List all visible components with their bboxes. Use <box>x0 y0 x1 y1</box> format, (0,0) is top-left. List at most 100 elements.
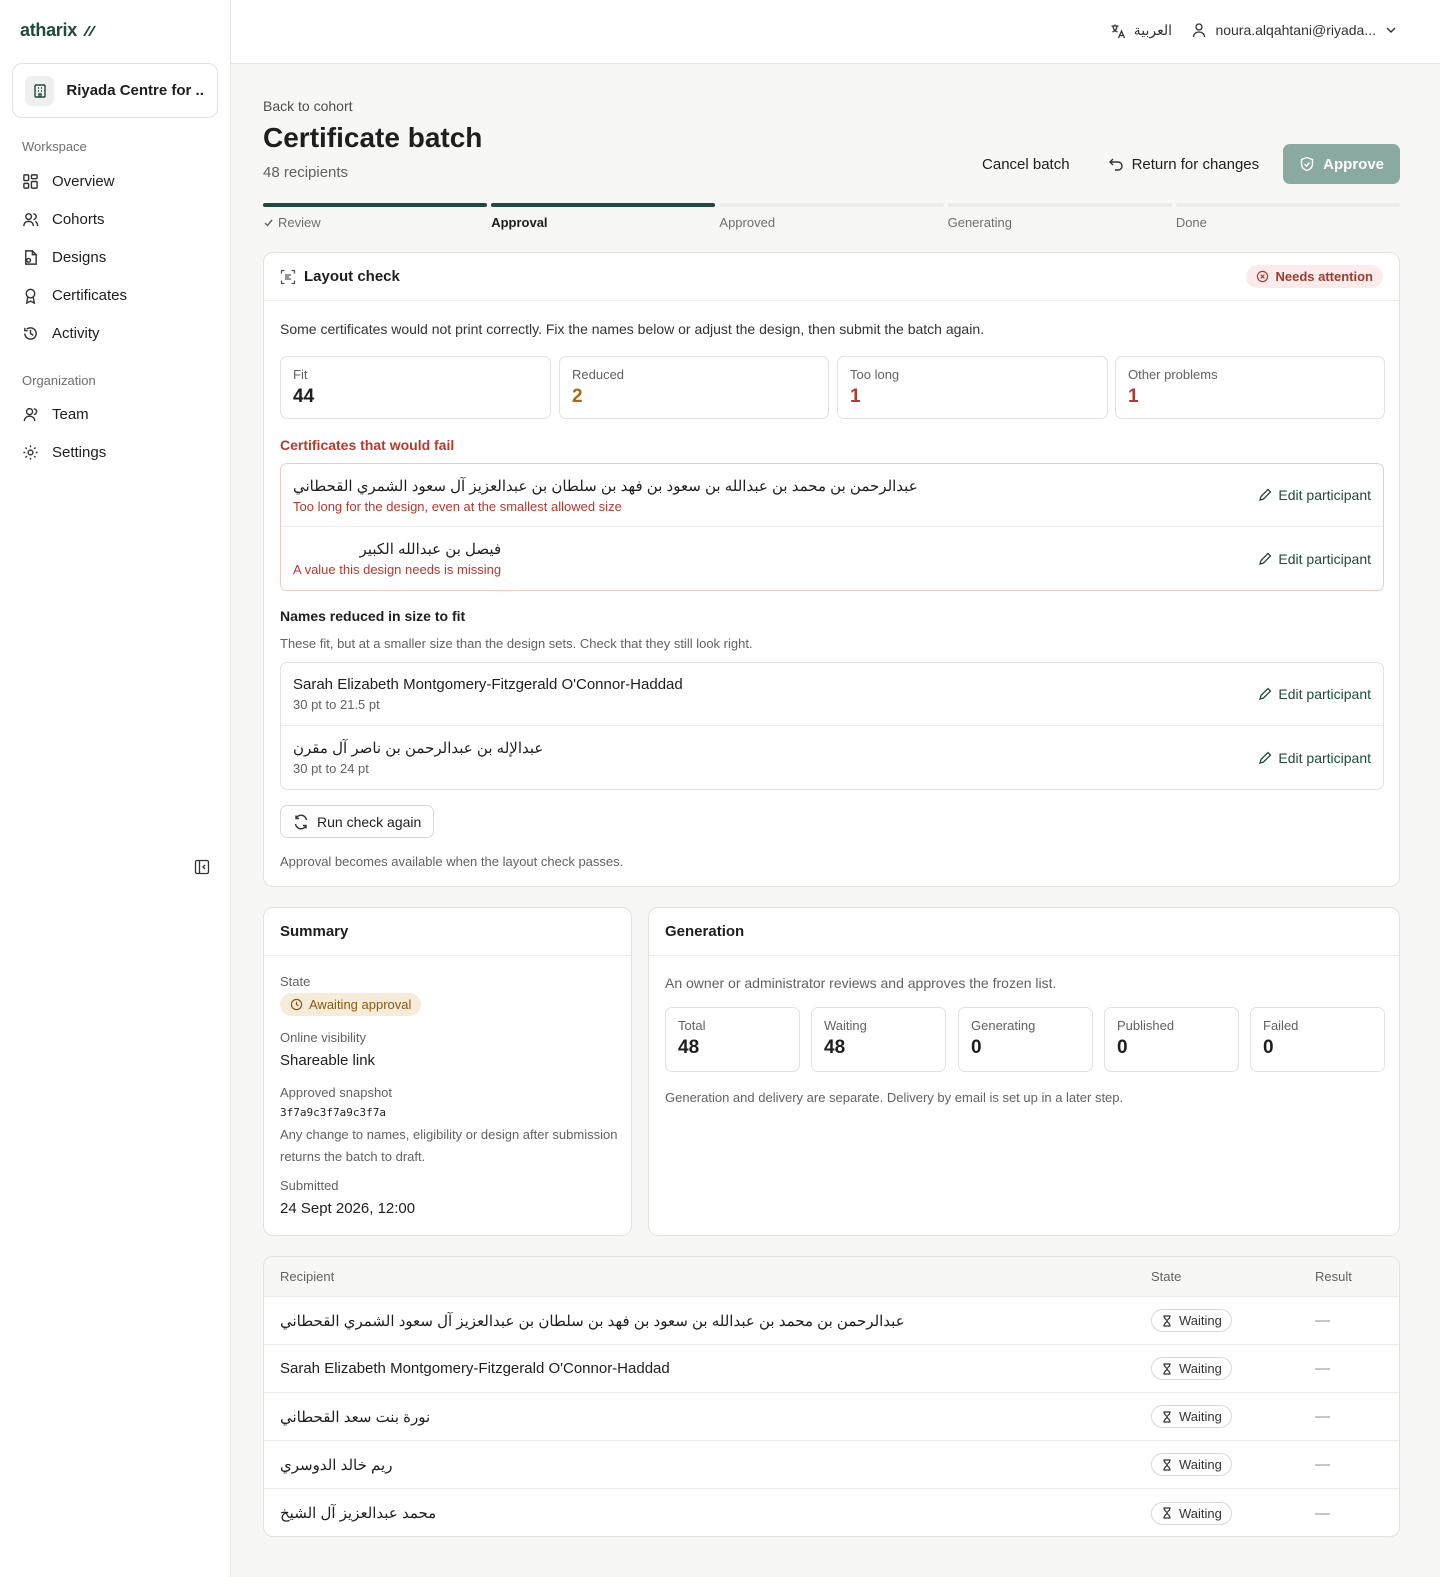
column-result: Result <box>1315 1269 1352 1284</box>
nav-designs[interactable]: Designs <box>22 249 106 266</box>
org-name: Riyada Centre for ... <box>66 82 205 99</box>
state-text: Waiting <box>1179 1505 1222 1521</box>
cancel-batch-button[interactable]: Cancel batch <box>968 144 1084 184</box>
step-label: Approved <box>719 215 943 230</box>
org-switcher[interactable]: Riyada Centre for ... <box>12 63 218 118</box>
recipient-name: Sarah Elizabeth Montgomery-Fitzgerald O'… <box>280 1360 670 1377</box>
recipient-result: — <box>1315 1504 1330 1522</box>
pencil-icon <box>1259 488 1272 501</box>
gen-stat-generating: Generating 0 <box>958 1007 1093 1072</box>
file-design-icon <box>25 250 37 265</box>
stat-fit: Fit 44 <box>280 356 551 419</box>
stat-label: Total <box>678 1018 706 1033</box>
stat-reduced: Reduced 2 <box>559 356 829 419</box>
user-icon <box>23 407 38 422</box>
nav-overview[interactable]: Overview <box>22 173 115 190</box>
grid-icon <box>23 174 38 189</box>
hourglass-icon <box>1163 1507 1171 1519</box>
hourglass-icon <box>1163 1314 1171 1327</box>
approval-note: Approval becomes available when the layo… <box>280 854 624 869</box>
collapse-sidebar-icon[interactable] <box>194 859 210 875</box>
hourglass-icon <box>1163 1458 1171 1471</box>
run-check-again-button[interactable]: Run check again <box>280 805 435 838</box>
step-label: Generating <box>948 215 1172 230</box>
user-email: noura.alqahtani@riyada... <box>1215 22 1376 38</box>
app-logo[interactable]: atharix <box>20 20 97 41</box>
nav-cohorts[interactable]: Cohorts <box>22 211 105 228</box>
edit-participant-button[interactable]: Edit participant <box>1258 487 1371 503</box>
stat-value: 0 <box>971 1037 982 1058</box>
nav-label: Designs <box>52 249 107 266</box>
step-label: Approval <box>491 215 715 230</box>
edit-participant-button[interactable]: Edit participant <box>1258 551 1371 567</box>
stat-label: Too long <box>850 367 900 382</box>
chevron-down-icon <box>1386 27 1396 33</box>
approve-label: Approve <box>1323 155 1384 173</box>
translate-icon <box>1111 24 1125 38</box>
step-approved: Approved <box>719 203 944 230</box>
recipient-count: 48 recipients <box>263 164 349 181</box>
user-menu[interactable]: noura.alqahtani@riyada... <box>1191 22 1398 38</box>
users-icon <box>23 213 39 227</box>
nav-label: Settings <box>52 444 107 461</box>
language-switcher[interactable]: العربية <box>1110 22 1172 39</box>
participant-name: عبدالرحمن بن محمد بن عبدالله بن سعود بن … <box>293 477 918 495</box>
visibility-label: Online visibility <box>280 1030 366 1045</box>
waiting-chip: Waiting <box>1151 1309 1232 1332</box>
recipient-state: Waiting <box>1134 1405 1299 1428</box>
recipients-table: Recipient State Result عبدالرحمن بن محمد… <box>263 1256 1400 1537</box>
list-item: Sarah Elizabeth Montgomery-Fitzgerald O'… <box>281 663 1383 726</box>
state-text: Waiting <box>1179 1361 1222 1376</box>
back-to-cohort-link[interactable]: Back to cohort <box>263 98 353 114</box>
step-label: Done <box>1176 215 1400 230</box>
page-title: Certificate batch <box>263 122 483 153</box>
check-icon <box>264 219 273 227</box>
approve-button[interactable]: Approve <box>1283 144 1400 184</box>
nav-team[interactable]: Team <box>22 406 89 423</box>
gear-icon <box>23 445 38 460</box>
nav-label: Activity <box>52 325 100 342</box>
step-bar <box>719 203 944 207</box>
recipient-name: نورة بنت سعد القحطاني <box>280 1408 431 1426</box>
recipient-state: Waiting <box>1134 1357 1299 1380</box>
recipient-name: عبدالرحمن بن محمد بن عبدالله بن سعود بن … <box>280 1312 905 1330</box>
stat-value: 0 <box>1117 1037 1128 1058</box>
status-badge-label: Needs attention <box>1275 269 1373 284</box>
summary-card: Summary State Awaiting approval Online v… <box>263 907 632 1236</box>
list-item: فيصل بن عبدالله الكبير A value this desi… <box>281 527 1383 590</box>
step-approval: Approval <box>491 203 716 230</box>
return-for-changes-button[interactable]: Return for changes <box>1094 144 1274 184</box>
topbar: العربية noura.alqahtani@riyada... <box>231 0 1440 64</box>
gen-stat-total: Total 48 <box>665 1007 800 1072</box>
nav-activity[interactable]: Activity <box>22 325 100 342</box>
edit-participant-button[interactable]: Edit participant <box>1258 686 1371 702</box>
stat-value: 2 <box>572 386 583 407</box>
state-value: Awaiting approval <box>309 997 412 1012</box>
recipient-name: محمد عبدالعزيز آل الشيخ <box>280 1505 437 1522</box>
edit-participant-button[interactable]: Edit participant <box>1258 750 1371 766</box>
step-text: Generating <box>947 215 1012 230</box>
gen-stat-waiting: Waiting 48 <box>811 1007 946 1072</box>
recipient-name: ريم خالد الدوسري <box>280 1456 393 1474</box>
layout-check-header: Layout check Needs attention <box>264 253 1399 301</box>
table-row: نورة بنت سعد القحطاني Waiting — <box>264 1393 1399 1441</box>
step-bar <box>947 203 1172 207</box>
nav-certificates[interactable]: Certificates <box>22 287 127 304</box>
table-row: عبدالرحمن بن محمد بن عبدالله بن سعود بن … <box>264 1297 1399 1345</box>
reduced-list: Sarah Elizabeth Montgomery-Fitzgerald O'… <box>280 662 1384 790</box>
stat-label: Generating <box>971 1018 1036 1033</box>
participant-name: فيصل بن عبدالله الكبير <box>359 541 502 558</box>
return-for-changes-label: Return for changes <box>1131 155 1260 173</box>
gen-stat-failed: Failed 0 <box>1250 1007 1385 1072</box>
x-circle-icon <box>1257 270 1269 283</box>
generation-title: Generation <box>665 923 745 940</box>
layout-check-card: Layout check Needs attention Some certif… <box>263 252 1400 887</box>
waiting-chip: Waiting <box>1151 1453 1232 1476</box>
nav-settings[interactable]: Settings <box>22 444 106 461</box>
shield-check-icon <box>1300 156 1314 172</box>
state-text: Waiting <box>1179 1313 1222 1328</box>
step-generating: Generating <box>947 203 1172 230</box>
pencil-icon <box>1259 687 1272 700</box>
layout-check-title: Layout check <box>304 268 400 285</box>
nav-label: Cohorts <box>52 211 105 228</box>
